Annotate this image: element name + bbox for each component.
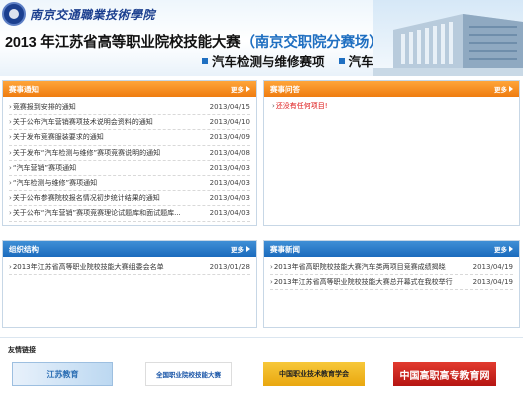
- qa-panel: 赛事问答 更多 还没有任何项目!: [263, 80, 520, 226]
- notices-title: 赛事通知: [9, 84, 39, 94]
- links-title: 友情链接: [8, 346, 36, 354]
- notices-more-link[interactable]: 更多: [231, 84, 250, 94]
- qa-header: 赛事问答 更多: [264, 81, 519, 97]
- list-item[interactable]: “汽车营销”赛项通知2013/04/03: [9, 161, 250, 176]
- list-item[interactable]: 2013年江苏省高等职业院校技能大赛总开幕式在我校举行2013/04/19: [270, 275, 513, 291]
- news-title: 赛事新闻: [270, 244, 300, 254]
- list-item[interactable]: 2013年省高职院校技能大赛汽车类两项目竞赛成绩揭晓2013/04/19: [270, 260, 513, 276]
- notices-list: 竞赛报到安排的通知2013/04/15 关于公布汽车营销赛项技术说明会资料的通知…: [3, 97, 256, 222]
- link-jiangsu-education[interactable]: 江苏教育: [12, 362, 113, 386]
- school-logo[interactable]: 南京交通職業技術學院: [2, 2, 155, 26]
- news-panel: 赛事新闻 更多 2013年省高职院校技能大赛汽车类两项目竞赛成绩揭晓2013/0…: [263, 240, 520, 328]
- list-item[interactable]: 关于公布“汽车营销”赛项竞赛理论试题库和面试题库...2013/04/03: [9, 206, 250, 222]
- qa-more-link[interactable]: 更多: [494, 84, 513, 94]
- square-bullet-icon: [202, 57, 208, 64]
- link-china-higher-vocational-net[interactable]: 中国高职高专教育网: [393, 362, 496, 386]
- org-title: 组织结构: [9, 244, 39, 254]
- arrow-right-icon: [509, 86, 513, 92]
- notices-panel: 赛事通知 更多 竞赛报到安排的通知2013/04/15 关于公布汽车营销赛项技术…: [2, 80, 257, 226]
- links-divider: [0, 337, 523, 338]
- arrow-right-icon: [509, 246, 513, 252]
- list-item[interactable]: 关于发布“汽车检测与维修”赛项竞赛说明的通知2013/04/08: [9, 146, 250, 161]
- category-auto-repair: 汽车检测与维修赛项: [202, 51, 325, 70]
- qa-title: 赛事问答: [270, 84, 300, 94]
- arrow-right-icon: [246, 86, 250, 92]
- list-item[interactable]: 关于发布竞赛服装要求的通知2013/04/09: [9, 130, 250, 146]
- square-bullet-icon: [338, 57, 345, 64]
- page-title: 2013 年江苏省高等职业院校技能大赛（南京交职院分赛场）: [5, 31, 384, 52]
- org-panel: 组织结构 更多 2013年江苏省高等职业院校技能大赛组委会名单2013/01/2…: [2, 240, 257, 328]
- title-main: 2013 年江苏省高等职业院校技能大赛: [5, 35, 241, 51]
- org-more-link[interactable]: 更多: [231, 244, 250, 254]
- news-header: 赛事新闻 更多: [264, 241, 519, 257]
- news-list: 2013年省高职院校技能大赛汽车类两项目竞赛成绩揭晓2013/04/19 201…: [264, 257, 519, 291]
- link-vocational-education-society[interactable]: 中国职业技术教育学会: [263, 362, 365, 386]
- list-item[interactable]: 关于公布汽车营销赛项技术说明会资料的通知2013/04/10: [9, 115, 250, 131]
- link-skills-competition[interactable]: 全国职业院校技能大赛: [145, 362, 232, 386]
- list-item[interactable]: 竞赛报到安排的通知2013/04/15: [9, 100, 250, 116]
- arrow-right-icon: [246, 246, 250, 252]
- notices-header: 赛事通知 更多: [3, 81, 256, 97]
- org-header: 组织结构 更多: [3, 241, 256, 257]
- school-name: 南京交通職業技術學院: [30, 7, 156, 22]
- title-sub: （南京交职院分赛场）: [240, 35, 384, 51]
- list-item[interactable]: 2013年江苏省高等职业院校技能大赛组委会名单2013/01/28: [9, 260, 250, 276]
- org-list: 2013年江苏省高等职业院校技能大赛组委会名单2013/01/28: [3, 257, 256, 276]
- qa-empty-message: 还没有任何项目!: [264, 97, 519, 115]
- list-item[interactable]: 关于公布参赛院校报名情况初步统计结果的通知2013/04/03: [9, 191, 250, 207]
- school-seal-icon: [2, 2, 26, 26]
- list-item[interactable]: “汽车检测与维修”赛项通知2013/04/03: [9, 176, 250, 192]
- header-banner: 南京交通職業技術學院 2013 年江苏省高等职业院校技能大赛（南京交职院分赛场）…: [0, 0, 523, 76]
- news-more-link[interactable]: 更多: [494, 244, 513, 254]
- campus-building-image: [373, 0, 523, 76]
